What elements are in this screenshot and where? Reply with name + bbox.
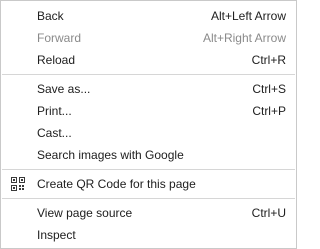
menu-item-inspect[interactable]: Inspect bbox=[1, 224, 296, 246]
menu-item-label: View page source bbox=[37, 206, 133, 220]
menu-item-label: Save as... bbox=[37, 82, 91, 96]
menu-item-shortcut: Ctrl+R bbox=[251, 53, 286, 67]
menu-item-shortcut: Alt+Right Arrow bbox=[202, 31, 286, 45]
menu-item-view-page-source[interactable]: View page source Ctrl+U bbox=[1, 202, 296, 224]
menu-item-label: Inspect bbox=[37, 228, 76, 242]
menu-item-label: Search images with Google bbox=[37, 148, 184, 162]
context-menu: Back Alt+Left Arrow Forward Alt+Right Ar… bbox=[0, 0, 297, 249]
menu-separator bbox=[2, 198, 295, 199]
menu-item-label: Print... bbox=[37, 104, 72, 118]
menu-item-label: Reload bbox=[37, 53, 76, 67]
menu-item-label: Cast... bbox=[37, 126, 72, 140]
menu-item-back[interactable]: Back Alt+Left Arrow bbox=[1, 5, 296, 27]
menu-separator bbox=[2, 169, 295, 170]
menu-item-shortcut: Ctrl+S bbox=[252, 82, 286, 96]
menu-item-shortcut: Ctrl+U bbox=[251, 206, 286, 220]
menu-item-forward[interactable]: Forward Alt+Right Arrow bbox=[1, 27, 296, 49]
qr-code-icon bbox=[11, 177, 25, 191]
menu-item-save-as[interactable]: Save as... Ctrl+S bbox=[1, 78, 296, 100]
menu-item-print[interactable]: Print... Ctrl+P bbox=[1, 100, 296, 122]
menu-item-reload[interactable]: Reload Ctrl+R bbox=[1, 49, 296, 71]
menu-item-label: Forward bbox=[37, 31, 82, 45]
menu-item-create-qr-code[interactable]: Create QR Code for this page bbox=[1, 173, 296, 195]
menu-item-label: Back bbox=[37, 9, 64, 23]
menu-item-shortcut: Ctrl+P bbox=[252, 104, 286, 118]
menu-item-shortcut: Alt+Left Arrow bbox=[210, 9, 286, 23]
menu-item-cast[interactable]: Cast... bbox=[1, 122, 296, 144]
menu-item-label: Create QR Code for this page bbox=[37, 177, 196, 191]
menu-separator bbox=[2, 74, 295, 75]
menu-item-search-images-with-google[interactable]: Search images with Google bbox=[1, 144, 296, 166]
